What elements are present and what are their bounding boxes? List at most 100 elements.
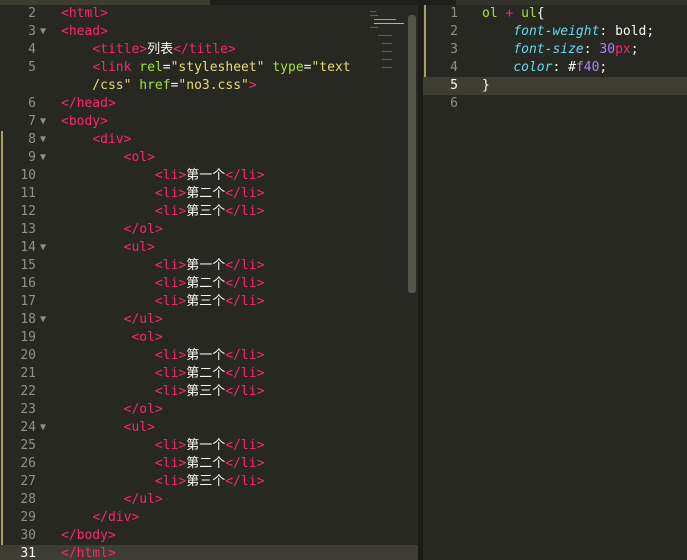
fold-arrow-icon[interactable]: ▼	[40, 149, 46, 167]
code-token: li	[162, 366, 179, 381]
code-line[interactable]: 21 <li>第二个</li>	[0, 365, 418, 383]
code-line[interactable]: 28 </ul>	[0, 491, 418, 509]
code-line[interactable]: 1 ol + ul{	[423, 5, 687, 23]
code-text: <div>	[61, 131, 131, 149]
code-line[interactable]: 23 </ol>	[0, 401, 418, 419]
code-line[interactable]: 5}	[423, 77, 687, 95]
code-token: ul	[131, 240, 148, 255]
code-line[interactable]: 9 ▼ <ol>	[0, 149, 418, 167]
code-token: </	[225, 276, 241, 291]
code-token: font-size	[513, 42, 584, 57]
code-token: li	[240, 258, 257, 273]
line-number: 6	[28, 96, 36, 111]
code-line[interactable]: 24 ▼ <ul>	[0, 419, 418, 437]
code-line[interactable]: 19 <ol>	[0, 329, 418, 347]
code-token: /css"	[61, 78, 132, 93]
vertical-scrollbar[interactable]	[408, 15, 416, 293]
code-line[interactable]: 5 <link rel="stylesheet" type="text	[0, 59, 418, 77]
code-token: </	[225, 204, 241, 219]
fold-arrow-icon[interactable]: ▼	[40, 239, 46, 257]
code-text: ol + ul{	[482, 5, 545, 23]
editor-pane-css[interactable]: 1 ol + ul{2 font-weight: bold; 3 font-size…	[423, 5, 687, 560]
line-number: 10	[20, 168, 36, 183]
fold-arrow-icon[interactable]: ▼	[40, 419, 46, 437]
code-line[interactable]: 6	[423, 95, 687, 113]
fold-arrow-icon[interactable]: ▼	[40, 23, 46, 41]
code-token: }	[482, 78, 490, 93]
code-line[interactable]: 18 ▼ </ul>	[0, 311, 418, 329]
code-text: <li>第三个</li>	[61, 383, 264, 401]
line-number: 15	[20, 258, 36, 273]
fold-arrow-icon[interactable]: ▼	[40, 311, 46, 329]
code-token: >	[107, 96, 116, 111]
code-text: color: #f40;	[482, 59, 607, 77]
code-line[interactable]: 13 </ol>	[0, 221, 418, 239]
code-line[interactable]: 25 <li>第一个</li>	[0, 437, 418, 455]
code-line[interactable]: 29 </div>	[0, 509, 418, 527]
code-token: 列表	[147, 42, 174, 57]
code-line[interactable]: 2 font-weight: bold;	[423, 23, 687, 41]
code-token: >	[256, 186, 265, 201]
code-token: >	[256, 348, 265, 363]
code-line[interactable]: 27 <li>第三个</li>	[0, 473, 418, 491]
line-number: 30	[20, 528, 36, 543]
line-number: 1	[450, 6, 458, 21]
code-token: >	[256, 456, 265, 471]
code-line[interactable]: 4 color: #f40;	[423, 59, 687, 77]
code-line[interactable]: 6 </head>	[0, 95, 418, 113]
code-line[interactable]: 22 <li>第三个</li>	[0, 383, 418, 401]
code-line[interactable]: 15 <li>第一个</li>	[0, 257, 418, 275]
code-line[interactable]: 8 ▼ <div>	[0, 131, 418, 149]
code-token: li	[162, 168, 179, 183]
code-line[interactable]: 11 <li>第二个</li>	[0, 185, 418, 203]
code-token: </	[173, 42, 189, 57]
code-line[interactable]: 26 <li>第二个</li>	[0, 455, 418, 473]
code-token: >	[154, 330, 163, 345]
fold-arrow-icon[interactable]: ▼	[40, 113, 46, 131]
code-line[interactable]: 3 ▼ <head>	[0, 23, 418, 41]
code-line[interactable]: 16 <li>第二个</li>	[0, 275, 418, 293]
code-token: "text	[311, 60, 351, 75]
code-line[interactable]: 3 font-size: 30px;	[423, 41, 687, 59]
code-token: >	[256, 168, 265, 183]
code-text: </ul>	[61, 491, 163, 509]
code-token: </	[92, 510, 108, 525]
code-line[interactable]: 7 ▼ <body>	[0, 113, 418, 131]
fold-arrow-icon[interactable]: ▼	[40, 131, 46, 149]
line-number: 18	[20, 312, 36, 327]
code-line[interactable]: 12 <li>第三个</li>	[0, 203, 418, 221]
line-number: 23	[20, 402, 36, 417]
code-text: <li>第一个</li>	[61, 347, 264, 365]
code-line[interactable]: 30 </body>	[0, 527, 418, 545]
editor-pane-html[interactable]: 2 <html> 3 ▼ <head> 4 <title>列表</title> 5 <lin…	[0, 5, 418, 560]
code-text: /css" href="no3.css">	[61, 77, 257, 95]
code-line[interactable]: 10 <li>第一个</li>	[0, 167, 418, 185]
code-line[interactable]: 17 <li>第三个</li>	[0, 293, 418, 311]
code-line[interactable]: 14 ▼ <ul>	[0, 239, 418, 257]
code-token: >	[248, 78, 257, 93]
code-token: 第一个	[186, 258, 226, 273]
minimap[interactable]	[368, 9, 406, 77]
code-token: "stylesheet"	[170, 60, 265, 75]
code-token: >	[256, 204, 265, 219]
code-token: </	[225, 366, 241, 381]
code-token: <	[154, 366, 163, 381]
code-line[interactable]: 31 </html>	[0, 545, 418, 560]
code-token: <	[92, 60, 101, 75]
code-token: #	[568, 60, 576, 75]
code-text: <li>第三个</li>	[61, 473, 264, 491]
line-number: 2	[450, 24, 458, 39]
code-line[interactable]: /css" href="no3.css">	[0, 77, 418, 95]
code-text: <link rel="stylesheet" type="text	[61, 59, 351, 77]
line-number: 5	[28, 60, 36, 75]
code-line[interactable]: 2 <html>	[0, 5, 418, 23]
code-token: >	[139, 42, 148, 57]
code-line[interactable]: 4 <title>列表</title>	[0, 41, 418, 59]
line-number: 24	[20, 420, 36, 435]
code-line[interactable]: 20 <li>第一个</li>	[0, 347, 418, 365]
